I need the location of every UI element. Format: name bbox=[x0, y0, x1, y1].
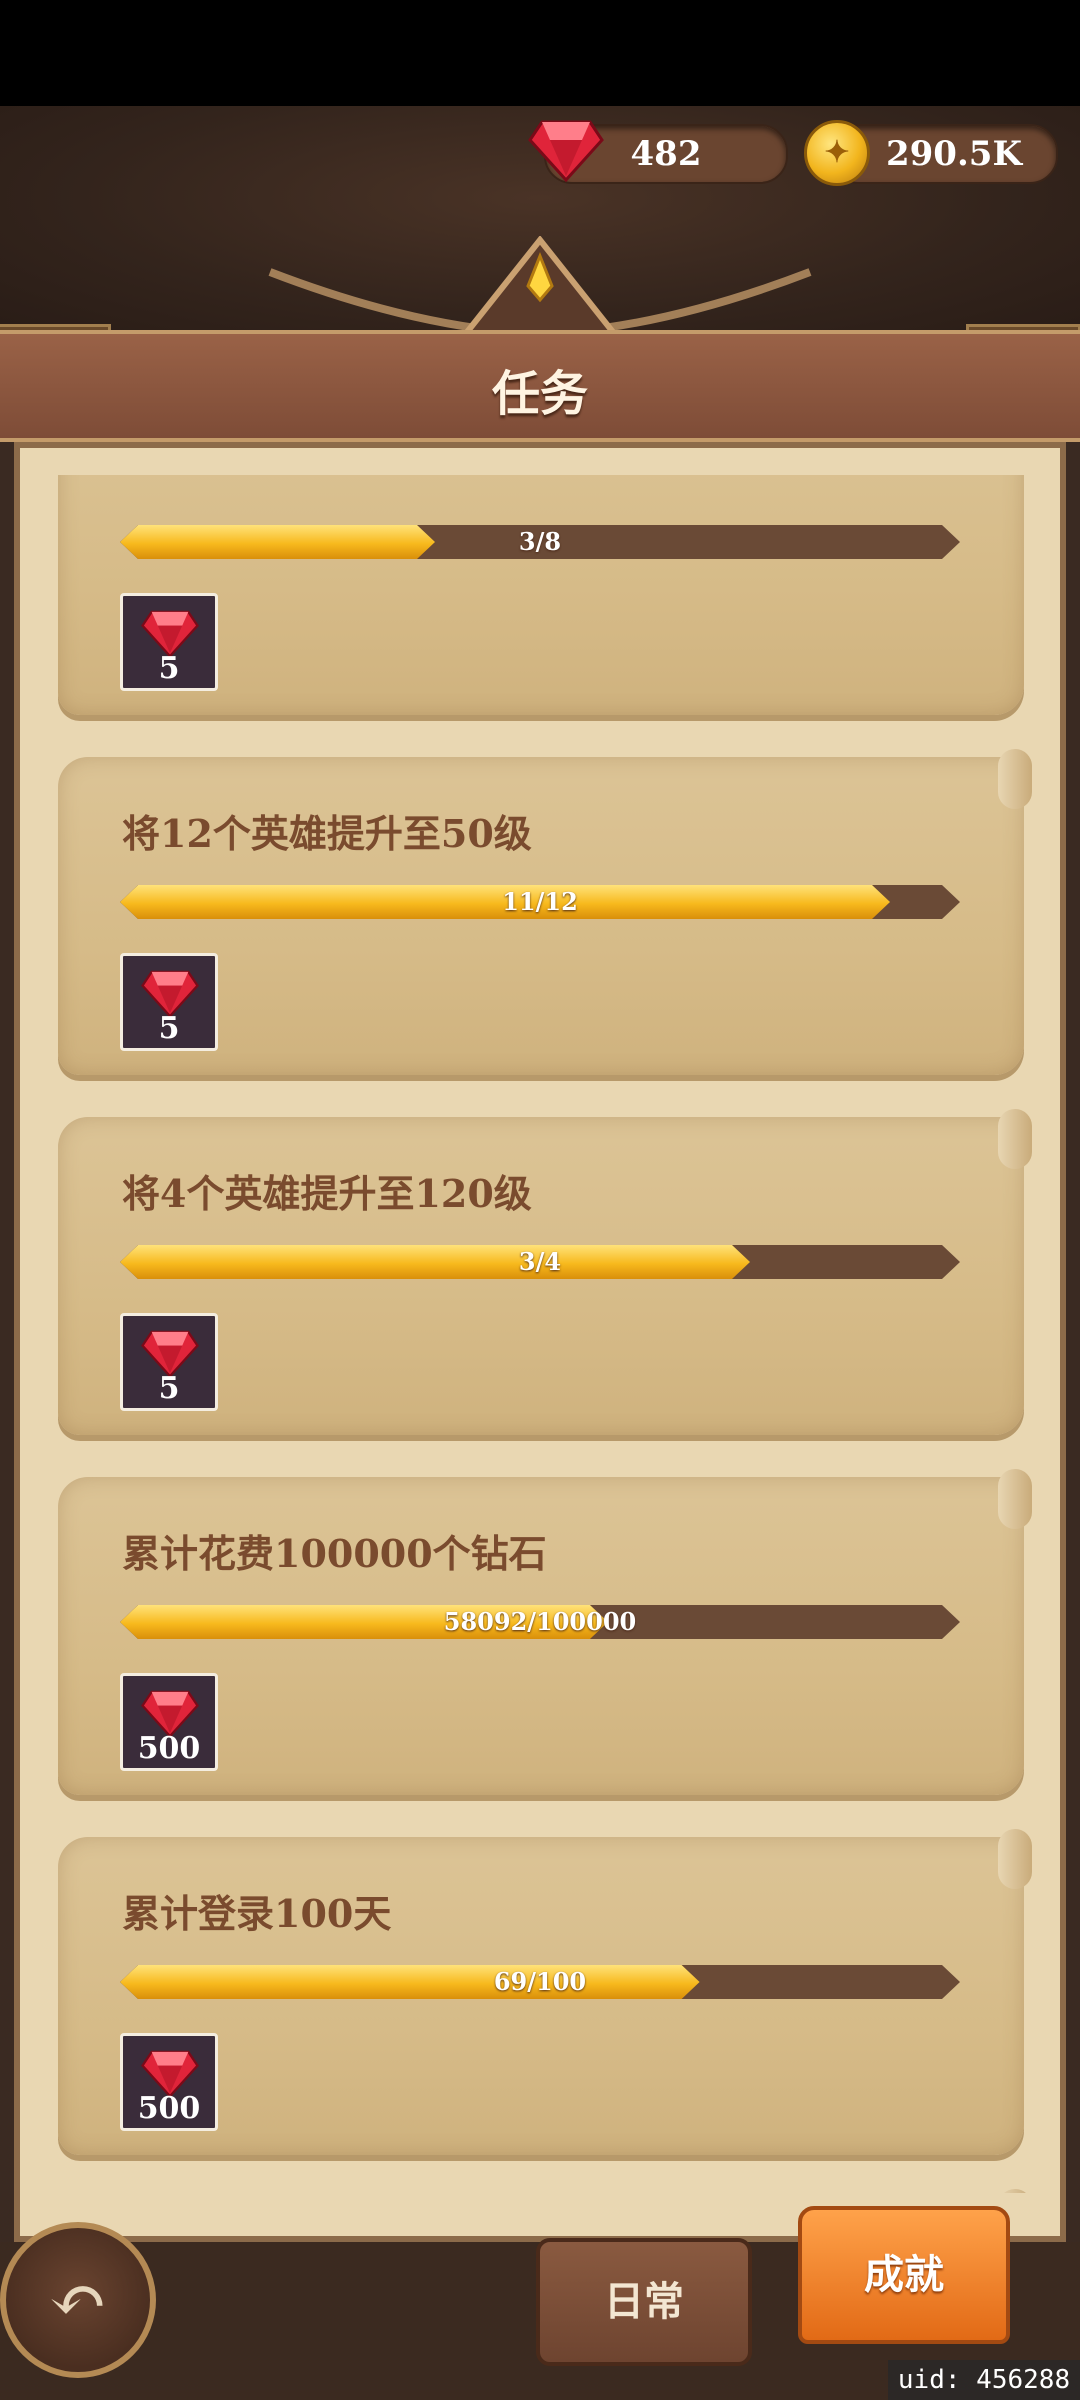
page-title: 任务 bbox=[491, 366, 588, 422]
progress-text: 3/4 bbox=[518, 1247, 562, 1276]
tab-daily-label: 日常 bbox=[604, 2278, 684, 2325]
back-button[interactable]: ↶ bbox=[0, 2222, 156, 2378]
reward-amount: 500 bbox=[137, 2091, 201, 2126]
task-description: 将12个英雄提升至50级 bbox=[122, 811, 532, 856]
progress-text: 69/100 bbox=[493, 1967, 587, 1996]
back-arrow-icon: ↶ bbox=[48, 2259, 108, 2341]
tab-achievements-label: 成就 bbox=[864, 2251, 944, 2298]
gold-coin-icon: ✦ bbox=[804, 120, 870, 186]
progress-bar: 3/4 bbox=[120, 1245, 960, 1279]
task-card: 累计花费100000个钻石 58092/100000 500 bbox=[58, 1469, 1032, 1795]
tab-achievements[interactable]: 成就 bbox=[798, 2206, 1010, 2344]
progress-bar: 58092/100000 bbox=[120, 1605, 960, 1639]
reward-item[interactable]: 500 bbox=[120, 2033, 218, 2131]
task-description: 累计花费100000个钻石 bbox=[122, 1531, 547, 1576]
uid-label: uid: 456288 bbox=[888, 2360, 1080, 2400]
task-card: 将4个英雄提升至120级 3/4 5 bbox=[58, 1109, 1032, 1435]
task-list[interactable]: 3/8 5 将12个英雄提升至50级 11/12 5 将4个英雄提升至120级 … bbox=[28, 475, 1052, 2193]
task-card: 将12个英雄提升至50级 11/12 5 bbox=[58, 749, 1032, 1075]
gem-icon bbox=[528, 120, 604, 183]
reward-item[interactable]: 5 bbox=[120, 1313, 218, 1411]
status-bar bbox=[0, 0, 1080, 106]
progress-text: 58092/100000 bbox=[443, 1607, 637, 1636]
progress-bar: 11/12 bbox=[120, 885, 960, 919]
task-description: 将4个英雄提升至120级 bbox=[122, 1171, 532, 1216]
reward-amount: 5 bbox=[158, 651, 180, 686]
progress-text: 11/12 bbox=[502, 887, 578, 916]
reward-item[interactable]: 500 bbox=[120, 1673, 218, 1771]
task-card: 3/8 5 bbox=[58, 475, 1024, 715]
progress-bar: 69/100 bbox=[120, 1965, 960, 1999]
tab-daily[interactable]: 日常 bbox=[536, 2238, 752, 2366]
progress-text: 3/8 bbox=[518, 527, 562, 556]
reward-amount: 500 bbox=[137, 1731, 201, 1766]
reward-amount: 5 bbox=[158, 1371, 180, 1406]
title-bar: 任务 bbox=[0, 330, 1080, 442]
reward-amount: 5 bbox=[158, 1011, 180, 1046]
task-card: 累计登录100天 69/100 500 bbox=[58, 1829, 1032, 2155]
progress-bar: 3/8 bbox=[120, 525, 960, 559]
reward-item[interactable]: 5 bbox=[120, 953, 218, 1051]
task-description: 累计登录100天 bbox=[122, 1891, 392, 1936]
reward-item[interactable]: 5 bbox=[120, 593, 218, 691]
